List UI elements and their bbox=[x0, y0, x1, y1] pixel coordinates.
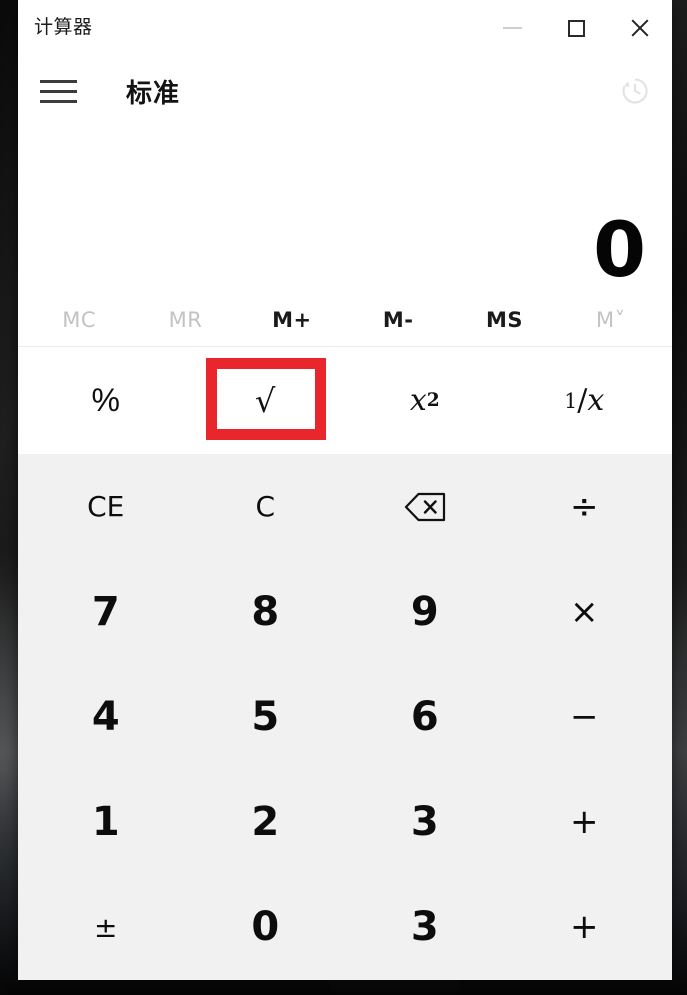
hamburger-line-1 bbox=[40, 79, 77, 83]
digit-3-button[interactable]: 3 bbox=[345, 770, 505, 875]
hamburger-line-3 bbox=[40, 99, 77, 103]
reciprocal-slash: / bbox=[577, 383, 588, 418]
memory-store-button[interactable]: MS bbox=[451, 294, 557, 346]
negate-button[interactable]: ± bbox=[26, 875, 186, 980]
digit-2-button[interactable]: 2 bbox=[186, 770, 346, 875]
nav-bar: 标准 bbox=[18, 62, 672, 120]
digit-8-button[interactable]: 8 bbox=[186, 559, 346, 664]
memory-row: MC MR M+ M- MS M˅ bbox=[18, 294, 672, 347]
window-title: 计算器 bbox=[34, 16, 93, 38]
display-value: 0 bbox=[593, 205, 646, 294]
digit-7-button[interactable]: 7 bbox=[26, 559, 186, 664]
display-area: 0 bbox=[18, 120, 672, 294]
clear-button[interactable]: C bbox=[186, 454, 346, 559]
divide-button[interactable]: ÷ bbox=[505, 454, 665, 559]
reciprocal-button[interactable]: 1/x bbox=[505, 347, 665, 454]
square-exponent: 2 bbox=[426, 390, 440, 411]
history-button[interactable] bbox=[608, 67, 662, 115]
digit-4-button[interactable]: 4 bbox=[26, 664, 186, 769]
maximize-icon bbox=[567, 19, 585, 37]
digit-9-button[interactable]: 9 bbox=[345, 559, 505, 664]
clear-entry-button[interactable]: CE bbox=[26, 454, 186, 559]
calculator-mode-label: 标准 bbox=[126, 78, 181, 109]
add-bottom-button[interactable]: + bbox=[505, 875, 665, 980]
minimize-button[interactable] bbox=[480, 0, 544, 56]
memory-subtract-button[interactable]: M- bbox=[345, 294, 451, 346]
window-controls bbox=[480, 0, 672, 56]
memory-recall-button[interactable]: MR bbox=[132, 294, 238, 346]
memory-list-button[interactable]: M˅ bbox=[558, 294, 664, 346]
reciprocal-numerator: 1 bbox=[564, 388, 578, 413]
reciprocal-denominator: x bbox=[587, 383, 605, 418]
minimize-icon bbox=[502, 27, 522, 29]
square-button[interactable]: x2 bbox=[345, 347, 505, 454]
backspace-button[interactable] bbox=[345, 454, 505, 559]
hamburger-line-2 bbox=[40, 89, 77, 93]
close-icon bbox=[629, 17, 651, 39]
digit-5-button[interactable]: 5 bbox=[186, 664, 346, 769]
digit-6-button[interactable]: 6 bbox=[345, 664, 505, 769]
memory-clear-button[interactable]: MC bbox=[26, 294, 132, 346]
subtract-button[interactable]: − bbox=[505, 664, 665, 769]
multiply-button[interactable]: × bbox=[505, 559, 665, 664]
digit-3-bottom-button[interactable]: 3 bbox=[345, 875, 505, 980]
hamburger-menu-icon[interactable] bbox=[38, 71, 84, 111]
memory-add-button[interactable]: M+ bbox=[239, 294, 345, 346]
digit-1-button[interactable]: 1 bbox=[26, 770, 186, 875]
square-base: x bbox=[409, 383, 427, 418]
percent-button[interactable]: % bbox=[26, 347, 186, 454]
digit-0-button[interactable]: 0 bbox=[186, 875, 346, 980]
history-clock-icon bbox=[622, 78, 648, 104]
square-root-button[interactable]: √ bbox=[186, 347, 346, 454]
close-button[interactable] bbox=[608, 0, 672, 56]
backspace-icon bbox=[404, 492, 445, 521]
calculator-window: 计算器 标准 0 MC MR M+ M- MS M˅ % √ x 2 1 / x… bbox=[18, 0, 672, 980]
maximize-button[interactable] bbox=[544, 0, 608, 56]
keypad: CE C ÷ 7 8 9 × 4 5 6 − 1 2 3 + ± 0 3 + bbox=[18, 454, 672, 980]
title-bar: 计算器 bbox=[18, 0, 672, 62]
function-row: % √ x2 1/x bbox=[18, 347, 672, 454]
add-button[interactable]: + bbox=[505, 770, 665, 875]
